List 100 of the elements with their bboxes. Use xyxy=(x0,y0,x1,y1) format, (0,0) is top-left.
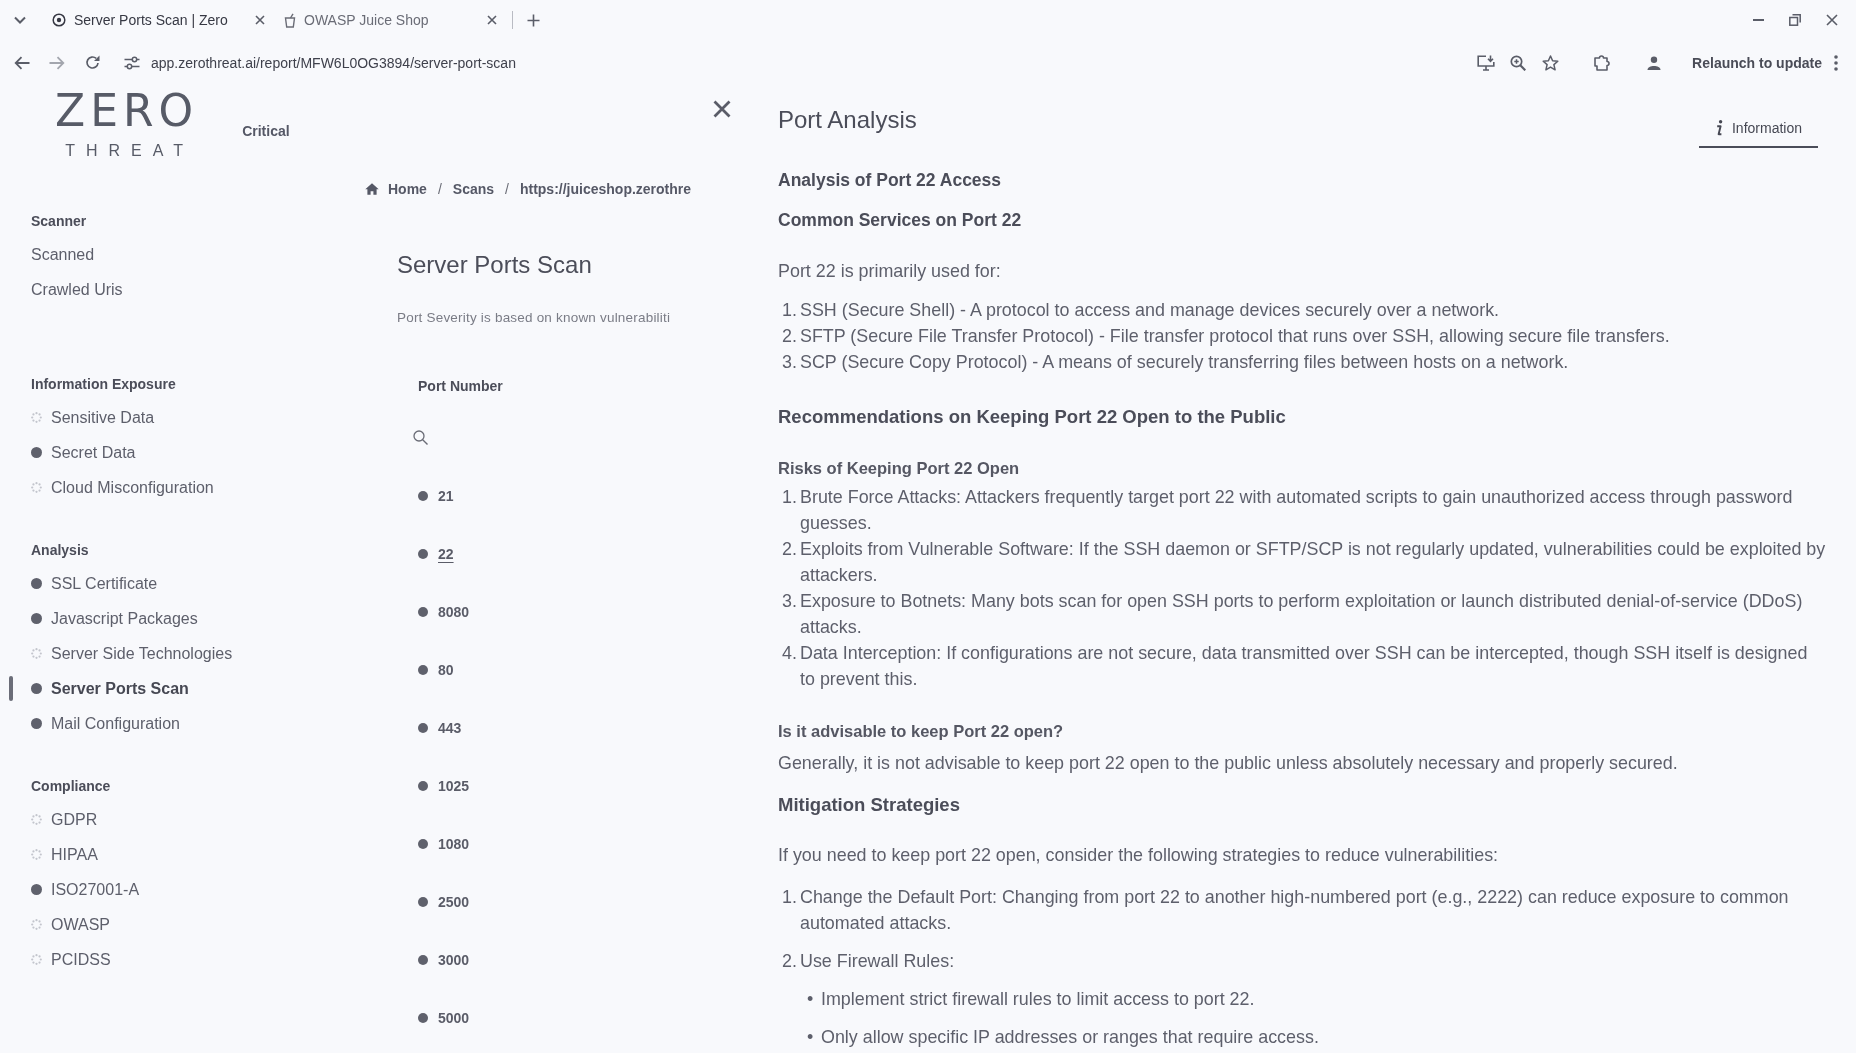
sidebar-item[interactable]: Crawled Uris xyxy=(9,272,309,307)
sidebar-item[interactable]: ISO27001-A xyxy=(9,872,309,907)
more-icon xyxy=(1834,54,1838,71)
paragraph: Generally, it is not advisable to keep port 22 open to the public unless absolutely necessary and properly secured. xyxy=(778,752,1679,775)
scan-description: Port Severity is based on known vulnerabiliti xyxy=(397,309,672,327)
spinner-icon xyxy=(31,919,42,930)
port-link[interactable]: 1025 xyxy=(438,778,470,794)
sidebar-item[interactable]: OWASP xyxy=(9,907,309,942)
list-item: 1. Change the Default Port: Changing from port 22 to another high-numbered port (e.g., 2222) can reduce exposure to common automated attacks. xyxy=(781,886,1790,935)
port-link[interactable]: 21 xyxy=(438,488,454,504)
section-heading: Compliance xyxy=(30,777,112,796)
page-title: Server Ports Scan xyxy=(397,250,593,280)
paragraph: If you need to keep port 22 open, consider the following strategies to reduce vulnerabilities: xyxy=(778,844,1500,867)
severity-dot-icon xyxy=(418,955,428,965)
reload-icon xyxy=(84,55,100,70)
section-heading: Analysis xyxy=(30,541,90,560)
browser-tab[interactable]: OWASP Juice Shop xyxy=(276,4,508,36)
zoom-in-icon xyxy=(1510,54,1527,71)
close-icon xyxy=(487,15,497,25)
sidebar-item[interactable]: Mail Configuration xyxy=(9,706,309,741)
close-icon xyxy=(1826,14,1838,26)
spinner-icon xyxy=(31,412,42,423)
breadcrumb-link[interactable]: https://juiceshop.zerothre xyxy=(519,181,692,197)
information-tab[interactable]: Information xyxy=(1698,108,1818,148)
sidebar-item[interactable]: PCIDSS xyxy=(9,942,309,977)
star-icon xyxy=(1541,54,1559,71)
spinner-icon xyxy=(31,849,42,860)
paragraph: Port 22 is primarily used for: xyxy=(778,260,1002,283)
sidebar-item[interactable]: GDPR xyxy=(9,802,309,837)
status-dot-icon xyxy=(31,578,42,589)
spinner-icon xyxy=(31,648,42,659)
severity-dot-icon xyxy=(418,607,428,617)
sidebar-item[interactable]: Secret Data xyxy=(9,435,309,470)
breadcrumb-link[interactable]: Scans xyxy=(452,181,495,197)
status-dot-icon xyxy=(31,683,42,694)
close-button[interactable] xyxy=(712,99,732,119)
minimize-icon xyxy=(1752,19,1764,21)
spinner-icon xyxy=(31,482,42,493)
section-heading: Information Exposure xyxy=(30,375,177,394)
breadcrumb-separator: / xyxy=(436,181,443,197)
bullet-item: • Only allow specific IP addresses or ranges that require access. xyxy=(807,1026,1320,1049)
topic-heading: Risks of Keeping Port 22 Open xyxy=(778,458,1021,479)
spinner-icon xyxy=(31,954,42,965)
info-icon xyxy=(1714,120,1723,136)
restore-icon xyxy=(1789,14,1801,26)
sidebar-item[interactable]: SSL Certificate xyxy=(9,566,309,601)
severity-dot-icon xyxy=(418,665,428,675)
severity-label: Critical xyxy=(242,122,290,141)
status-dot-icon xyxy=(31,718,42,729)
severity-dot-icon xyxy=(418,839,428,849)
sidebar-item[interactable]: Scanned xyxy=(9,237,309,272)
plus-icon xyxy=(526,13,540,27)
list-item: 3. Exposure to Botnets: Many bots scan for open SSH ports to perform exploitation or launch distributed denial-of-service (DDoS) attacks. xyxy=(781,590,1804,639)
status-dot-icon xyxy=(31,447,42,458)
port-link[interactable]: 8080 xyxy=(438,604,470,620)
section-heading: Recommendations on Keeping Port 22 Open to the Public xyxy=(778,405,1287,429)
list-item: 1. SSH (Secure Shell) - A protocol to access and manage devices securely over a network. xyxy=(781,299,1501,322)
list-item: 4. Data Interception: If configurations are not secure, data transmitted over SSH can be intercepted, though SSH itself is designed to prevent this. xyxy=(781,642,1809,691)
home-icon xyxy=(365,183,379,195)
severity-dot-icon xyxy=(418,723,428,733)
sidebar-item[interactable]: Sensitive Data xyxy=(9,400,309,435)
caret-icon xyxy=(14,16,26,24)
severity-dot-icon xyxy=(418,897,428,907)
logo: ZERO THREAT xyxy=(54,89,199,161)
person-icon xyxy=(1647,55,1662,70)
subsection-heading: Analysis of Port 22 Access xyxy=(778,169,1003,192)
glass-icon xyxy=(284,12,296,28)
section-heading: Scanner xyxy=(30,212,88,231)
severity-dot-icon xyxy=(418,781,428,791)
port-link[interactable]: 22 xyxy=(438,546,454,562)
status-dot-icon xyxy=(31,884,42,895)
sidebar-item[interactable]: Javascript Packages xyxy=(9,601,309,636)
puzzle-icon xyxy=(1593,54,1611,71)
back-arrow-icon xyxy=(14,55,30,70)
topic-heading: Is it advisable to keep Port 22 open? xyxy=(778,721,1065,742)
bullet-item: • Implement strict firewall rules to limit access to port 22. xyxy=(807,988,1256,1011)
port-link[interactable]: 80 xyxy=(438,662,454,678)
browser-tab[interactable]: Server Ports Scan | Zero xyxy=(44,4,276,36)
sidebar-item[interactable]: Server Ports Scan xyxy=(9,671,309,706)
tune-icon xyxy=(124,55,140,70)
subsection-heading: Common Services on Port 22 xyxy=(778,209,1023,232)
target-icon xyxy=(52,13,66,27)
port-link[interactable]: 443 xyxy=(438,720,462,736)
spinner-icon xyxy=(31,814,42,825)
sidebar-item[interactable]: HIPAA xyxy=(9,837,309,872)
sidebar-item[interactable]: Cloud Misconfiguration xyxy=(9,470,309,505)
port-link[interactable]: 5000 xyxy=(438,1010,470,1026)
list-item: 2. SFTP (Secure File Transfer Protocol) - File transfer protocol that runs over SSH, allowing secure file transfers. xyxy=(781,325,1671,348)
port-link[interactable]: 2500 xyxy=(438,894,470,910)
port-link[interactable]: 3000 xyxy=(438,952,470,968)
list-item: 1. Brute Force Attacks: Attackers frequently target port 22 with automated scripts to gain unauthorized access through password guesses. xyxy=(781,486,1794,535)
list-item: 3. SCP (Secure Copy Protocol) - A means of securely transferring files between hosts on a network. xyxy=(781,351,1570,374)
close-icon xyxy=(713,100,731,118)
sidebar-item[interactable]: Server Side Technologies xyxy=(9,636,309,671)
relaunch-button[interactable]: Relaunch to update xyxy=(1686,50,1842,75)
severity-dot-icon xyxy=(418,491,428,501)
port-link[interactable]: 1080 xyxy=(438,836,470,852)
breadcrumb-link[interactable]: Home xyxy=(365,181,427,197)
breadcrumb-separator: / xyxy=(504,181,510,197)
address-field[interactable]: app.zerothreat.ai/report/MFW6L0OG3894/server-port-scan xyxy=(122,48,526,77)
